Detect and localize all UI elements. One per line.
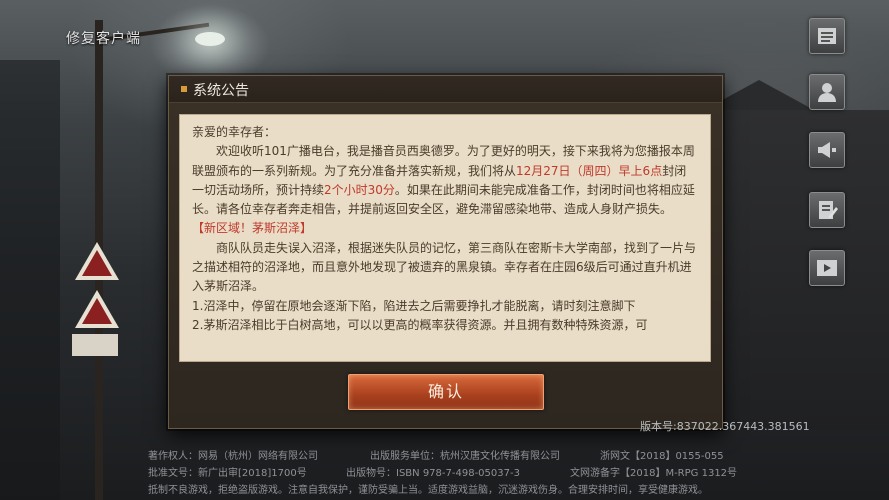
street-lamp xyxy=(195,32,225,46)
health-notice: 抵制不良游戏，拒绝盗版游戏。注意自我保护，谨防受骗上当。适度游戏益脑，沉迷游戏伤… xyxy=(148,485,708,496)
repair-client-button[interactable]: 修复客户端 xyxy=(66,28,141,48)
profile-icon[interactable] xyxy=(809,74,845,110)
announcement-icon[interactable] xyxy=(809,132,845,168)
house-silhouette xyxy=(709,110,889,430)
zhe-network-license: 浙网文【2018】0155-055 xyxy=(600,451,724,462)
game-record-number: 文网游备字【2018】M-RPG 1312号 xyxy=(570,468,738,479)
list-icon[interactable] xyxy=(809,18,845,54)
copyright-holder: 著作权人：网易（杭州）网络有限公司 xyxy=(148,451,318,462)
announcement-body[interactable]: 亲爱的幸存者： 欢迎收听101广播电台，我是播音员西奥德罗。为了更好的明天，接下… xyxy=(179,114,711,362)
deer-crossing-sign-icon xyxy=(75,290,119,328)
road-sign-plate xyxy=(72,334,118,356)
para1-date: 12月27日（周四）早上6点 xyxy=(516,163,663,178)
paragraph-1: 欢迎收听101广播电台，我是播音员西奥德罗。为了更好的明天，接下来我将为您播报本… xyxy=(192,142,698,219)
notes-icon[interactable] xyxy=(809,192,845,228)
header-bullet-icon xyxy=(181,86,187,92)
version-number: 版本号:837022.367443.381561 xyxy=(640,420,810,433)
list-item-2: 2.茅斯沼泽相比于白树高地，可以以更高的概率获得资源。并且拥有数种特殊资源，可 xyxy=(192,317,648,332)
section-title: 【新区域！茅斯沼泽】 xyxy=(192,221,313,236)
video-icon[interactable] xyxy=(809,250,845,286)
dialog-title: 系统公告 xyxy=(193,83,249,99)
isbn: 出版物号：ISBN 978-7-498-05037-3 xyxy=(346,468,520,479)
paragraph-2: 商队队员走失误入沼泽，根据迷失队员的记忆，第三商队在密斯卡大学南部，找到了一片与… xyxy=(192,240,697,294)
tree-silhouette xyxy=(0,60,60,500)
confirm-button[interactable]: 确认 xyxy=(348,374,544,410)
footer-legal: 著作权人：网易（杭州）网络有限公司 出版服务单位：杭州汉唐文化传播有限公司 浙网… xyxy=(0,440,889,500)
para1-duration: 2个小时30分 xyxy=(324,182,395,197)
warning-sign-icon xyxy=(75,242,119,280)
publisher: 出版服务单位：杭州汉唐文化传播有限公司 xyxy=(370,451,560,462)
approval-number: 批准文号：新广出审[2018]1700号 xyxy=(148,468,307,479)
dialog-header: 系统公告 xyxy=(169,76,722,103)
greeting: 亲爱的幸存者： xyxy=(192,125,277,139)
list-item-1: 1.沼泽中，停留在原地会逐渐下陷，陷进去之后需要挣扎才能脱离，请时刻注意脚下 xyxy=(192,298,636,313)
system-announcement-dialog: 系统公告 亲爱的幸存者： 欢迎收听101广播电台，我是播音员西奥德罗。为了更好的… xyxy=(168,75,723,429)
